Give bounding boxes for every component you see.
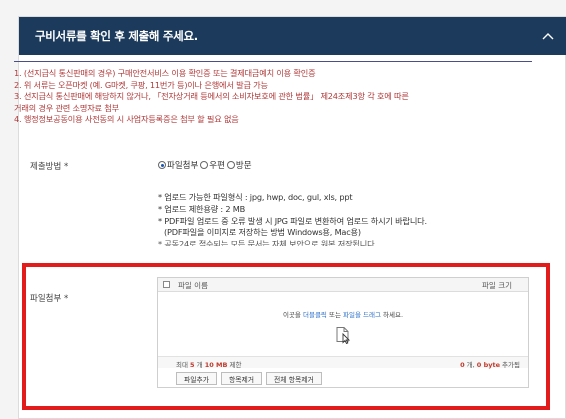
file-drop-zone[interactable]: 이곳을 더블클릭 또는 파일을 드래그 하세요.	[158, 293, 528, 356]
divider	[14, 61, 532, 62]
upload-guidelines: * 업로드 가능한 파일형식 : jpg, hwp, doc, gul, xls…	[158, 192, 528, 246]
radio-unchecked-icon[interactable]	[226, 161, 235, 169]
add-file-button[interactable]: 파일추가	[176, 372, 218, 385]
remove-item-button[interactable]: 항목제거	[221, 372, 263, 385]
limit-text: 개	[194, 361, 205, 369]
limit-text: 최대	[176, 361, 191, 369]
radio-visit[interactable]: 방문	[226, 159, 252, 171]
guideline-line: (PDF파일을 이미지로 저장하는 방법 Windows용, Mac용)	[164, 227, 361, 238]
submission-method-label: 제출방법 *	[30, 162, 69, 172]
radio-file-attach[interactable]: 파일첨부	[158, 159, 198, 171]
drop-text-drag: 파일을 드래그	[343, 311, 381, 319]
drop-text: 또는	[326, 311, 343, 319]
select-all-checkbox[interactable]	[163, 281, 170, 288]
file-drop-icon	[336, 327, 351, 344]
notice-line: 3. 선지급식 통신판매에 해당하지 않거나, 「전자상거래 등에서의 소비자보…	[14, 91, 409, 101]
column-file-size: 파일 크기	[482, 281, 512, 290]
panel-title: 구비서류를 확인 후 제출해 주세요.	[35, 29, 198, 43]
radio-mail[interactable]: 우편	[200, 159, 225, 171]
column-file-name: 파일 이름	[178, 281, 208, 290]
guideline-line: * 업로드 가능한 파일형식 : jpg, hwp, doc, gul, xls…	[158, 192, 353, 202]
file-uploader: 파일 이름 파일 크기 이곳을 더블클릭 또는 파일을 드래그 하세요. 최대 …	[157, 277, 529, 388]
notice-line: 4. 행정정보공동이용 사전동의 시 사업자등록증은 첨부 할 필요 없음	[14, 114, 239, 124]
drop-text-double-click: 더블클릭	[302, 311, 327, 319]
drop-text: 하세요.	[380, 311, 404, 319]
drop-zone-text: 이곳을 더블클릭 또는 파일을 드래그 하세요.	[283, 309, 403, 319]
guideline-line: * 공동24로 접수되는 모든 문서는 자체 보안으로 원본 저장됩니다.	[158, 239, 377, 247]
chevron-up-icon	[542, 33, 554, 40]
remove-all-button[interactable]: 전체 항목제거	[266, 372, 322, 385]
file-list-header: 파일 이름 파일 크기	[158, 278, 528, 292]
collapse-button[interactable]	[529, 17, 566, 55]
radio-label: 파일첨부	[167, 161, 199, 171]
required-documents-notice: 1. (선지급식 통신판매의 경우) 구매안전서비스 이용 확인증 또는 결제대…	[14, 68, 534, 126]
notice-line: 1. (선지급식 통신판매의 경우) 구매안전서비스 이용 확인증 또는 결제대…	[14, 68, 316, 78]
submission-method-options: 파일첨부 우편 방문	[158, 159, 254, 171]
count-text: 추가됨	[499, 361, 520, 369]
added-count-text: 0 개, 0 byte 추가됨	[460, 359, 520, 369]
guideline-line: * PDF파일 업로드 중 오류 발생 시 JPG 파일로 변환하여 업로드 하…	[158, 215, 427, 226]
file-status-bar: 최대 5 개 10 MB 제한 0 개, 0 byte 추가됨	[158, 356, 528, 369]
added-bytes: 0 byte	[476, 361, 500, 369]
count-text: 개,	[464, 361, 477, 369]
notice-line: 거래의 경우 관련 소명자료 첨부	[14, 102, 119, 113]
limit-size: 10 MB	[204, 361, 228, 369]
notice-line: 2. 위 서류는 오픈마켓 (예. G마켓, 쿠팡, 11번가 등)이나 은행에…	[14, 79, 268, 90]
panel-header: 구비서류를 확인 후 제출해 주세요.	[19, 17, 566, 55]
limit-text: 제한	[227, 361, 242, 369]
file-attach-label: 파일첨부 *	[30, 294, 69, 304]
radio-unchecked-icon[interactable]	[200, 161, 209, 169]
upload-limit-text: 최대 5 개 10 MB 제한	[176, 359, 241, 369]
guideline-line: * 업로드 제한용량 : 2 MB	[158, 203, 246, 214]
radio-label: 방문	[235, 161, 252, 171]
radio-checked-icon[interactable]	[158, 161, 166, 169]
drop-text: 이곳을	[282, 311, 303, 319]
radio-label: 우편	[209, 161, 225, 171]
uploader-buttons: 파일추가 항목제거 전체 항목제거	[176, 372, 322, 385]
